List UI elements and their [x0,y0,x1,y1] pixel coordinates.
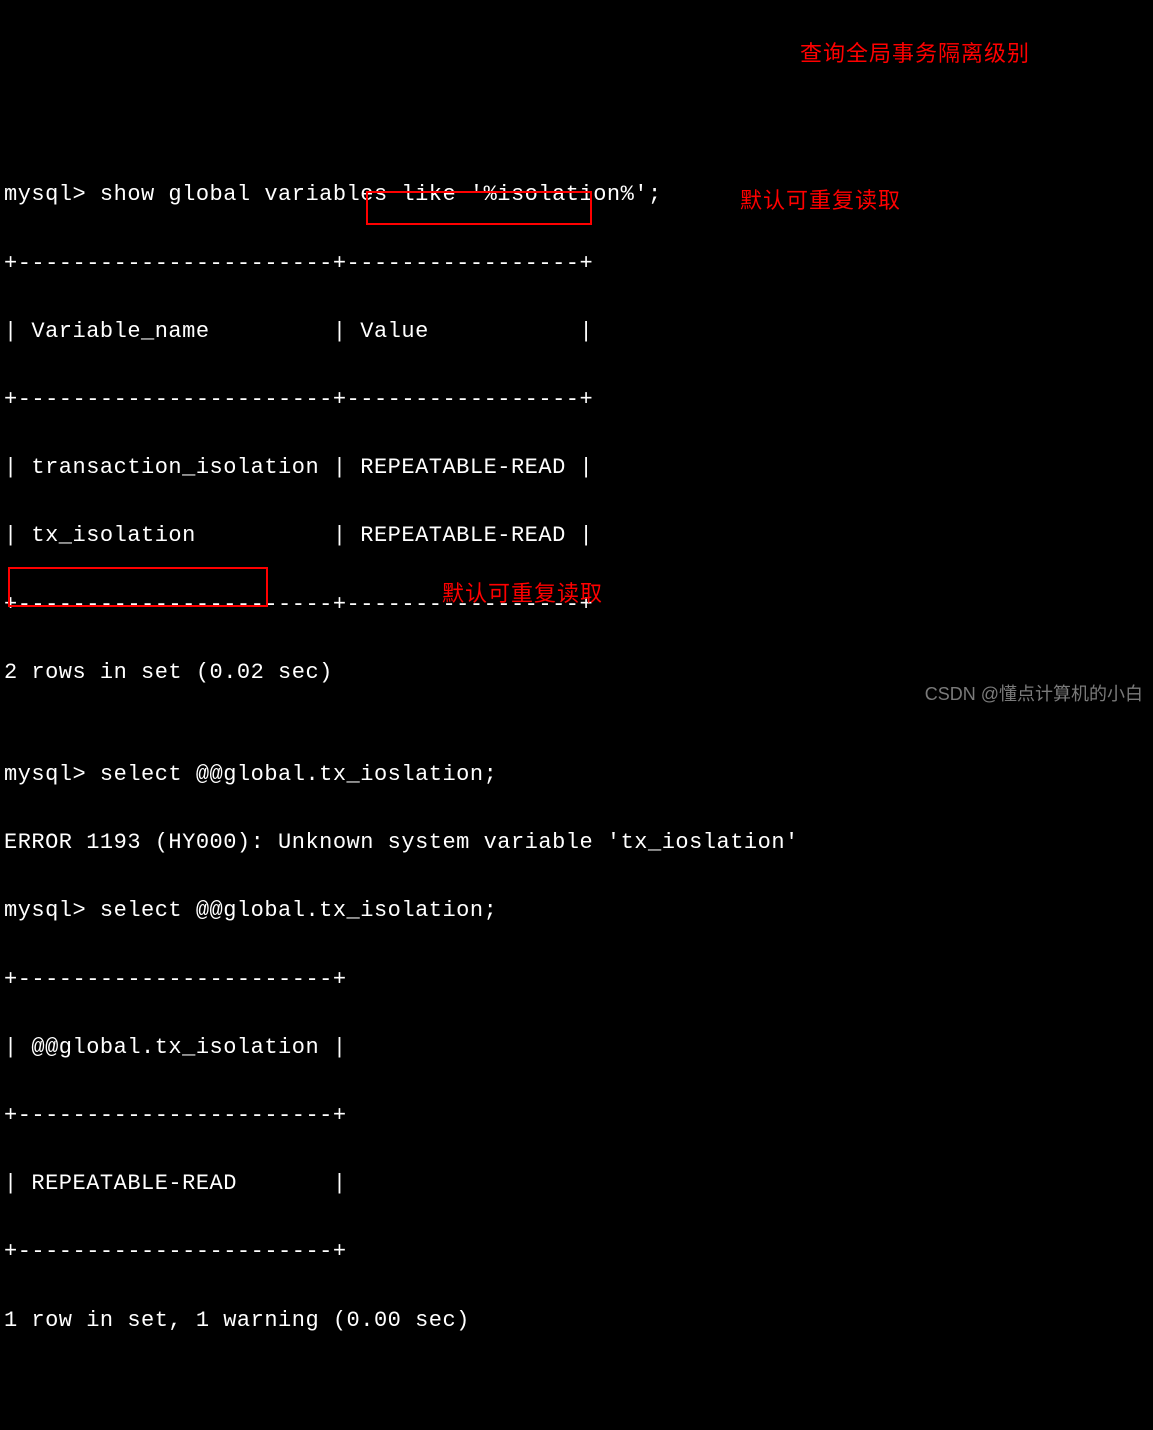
table-header: | Variable_name | Value | [4,315,1153,349]
annotation-default-repeatable-1: 默认可重复读取 [740,184,901,218]
table-row: | transaction_isolation | REPEATABLE-REA… [4,451,1153,485]
annotation-default-repeatable-2: 默认可重复读取 [442,577,603,611]
terminal-output: mysql> show global variables like '%isol… [4,144,1153,1371]
result-summary: 1 row in set, 1 warning (0.00 sec) [4,1304,1153,1338]
annotation-query-global: 查询全局事务隔离级别 [800,37,1030,71]
table-separator: +-----------------------+---------------… [4,247,1153,281]
table-separator: +-----------------------+ [4,1235,1153,1269]
table-separator: +-----------------------+ [4,963,1153,997]
table-row: | REPEATABLE-READ | [4,1167,1153,1201]
highlight-box-repeatable-read-1 [366,191,592,225]
table-header: | @@global.tx_isolation | [4,1031,1153,1065]
table-row: | tx_isolation | REPEATABLE-READ | [4,519,1153,553]
error-line: ERROR 1193 (HY000): Unknown system varia… [4,826,1153,860]
query-line-3: mysql> select @@global.tx_isolation; [4,894,1153,928]
query-line-2: mysql> select @@global.tx_ioslation; [4,758,1153,792]
highlight-box-repeatable-read-2 [8,567,268,607]
table-separator: +-----------------------+---------------… [4,383,1153,417]
watermark-text: CSDN @懂点计算机的小白 [925,681,1143,709]
table-separator: +-----------------------+ [4,1099,1153,1133]
